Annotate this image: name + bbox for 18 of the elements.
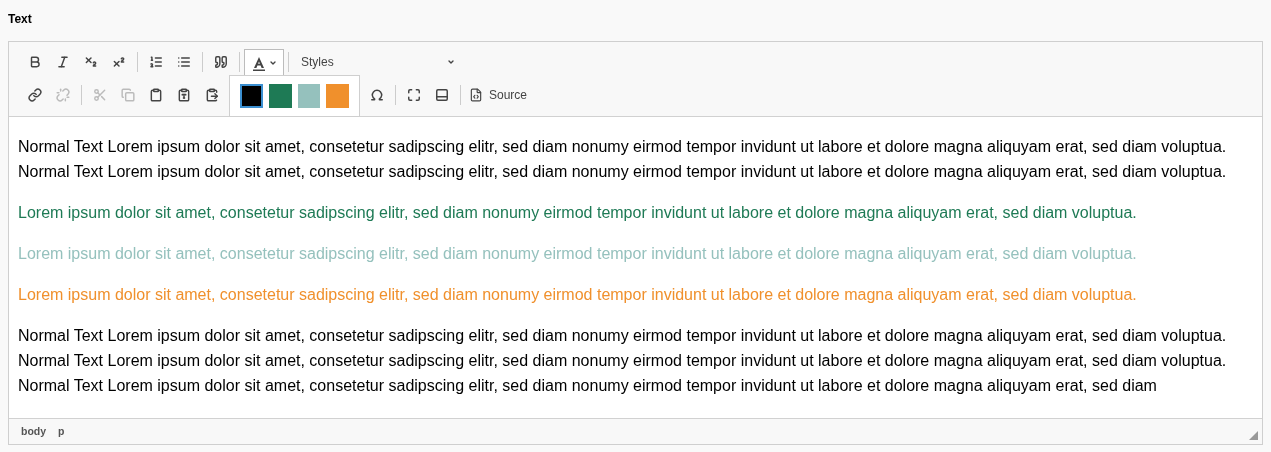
resize-handle-icon [1249,431,1258,440]
element-path-item[interactable]: p [58,423,65,440]
paragraph: Normal Text Lorem ipsum dolor sit amet, consetetur sadipscing elitr, sed diam nonumy eirmod tempor invidunt ut labore et dolore magna aliquyam erat, sed diam voluptua. Normal Text Lorem ipsum dolor sit amet, consetetur sadipscing elitr, sed diam nonumy eirmod tempor invidunt ut labore et dolore magna aliquyam erat, sed diam voluptua. [18,137,1228,182]
paragraph: Lorem ipsum dolor sit amet, consetetur sadipscing elitr, sed diam nonumy eirmod tempor invidunt ut labore et dolore magna aliquyam erat, sed diam voluptua. [18,244,1138,264]
text-color-button[interactable] [244,49,284,75]
styles-dropdown[interactable]: Styles [293,50,463,74]
color-swatch[interactable] [326,84,349,108]
source-code-icon [469,88,483,102]
color-swatch[interactable] [240,84,263,108]
caret-icon [447,58,455,66]
color-swatch[interactable] [268,84,292,108]
field-label: Text [8,11,33,28]
element-path-item[interactable]: body [21,423,47,440]
color-swatch[interactable] [297,84,321,108]
paragraph: Lorem ipsum dolor sit amet, consetetur sadipscing elitr, sed diam nonumy eirmod tempor invidunt ut labore et dolore magna aliquyam erat, sed diam voluptua. [18,285,1138,305]
paragraph: Lorem ipsum dolor sit amet, consetetur sadipscing elitr, sed diam nonumy eirmod tempor invidunt ut labore et dolore magna aliquyam erat, sed diam voluptua. [18,203,1138,223]
source-button[interactable]: Source [465,83,532,107]
paragraph: Normal Text Lorem ipsum dolor sit amet, consetetur sadipscing elitr, sed diam nonumy eirmod tempor invidunt ut labore et dolore magna aliquyam erat, sed diam voluptua. Normal Text Lorem ipsum dolor sit amet, consetetur sadipscing elitr, sed diam nonumy eirmod tempor invidunt ut labore et dolore magna aliquyam erat, sed diam voluptua. Normal Text Lorem ipsum dolor sit amet, consetetur sadipscing elitr, sed diam nonumy eirmod tempor invidunt ut labore et dolore magna aliquyam erat, sed diam [18,326,1228,396]
